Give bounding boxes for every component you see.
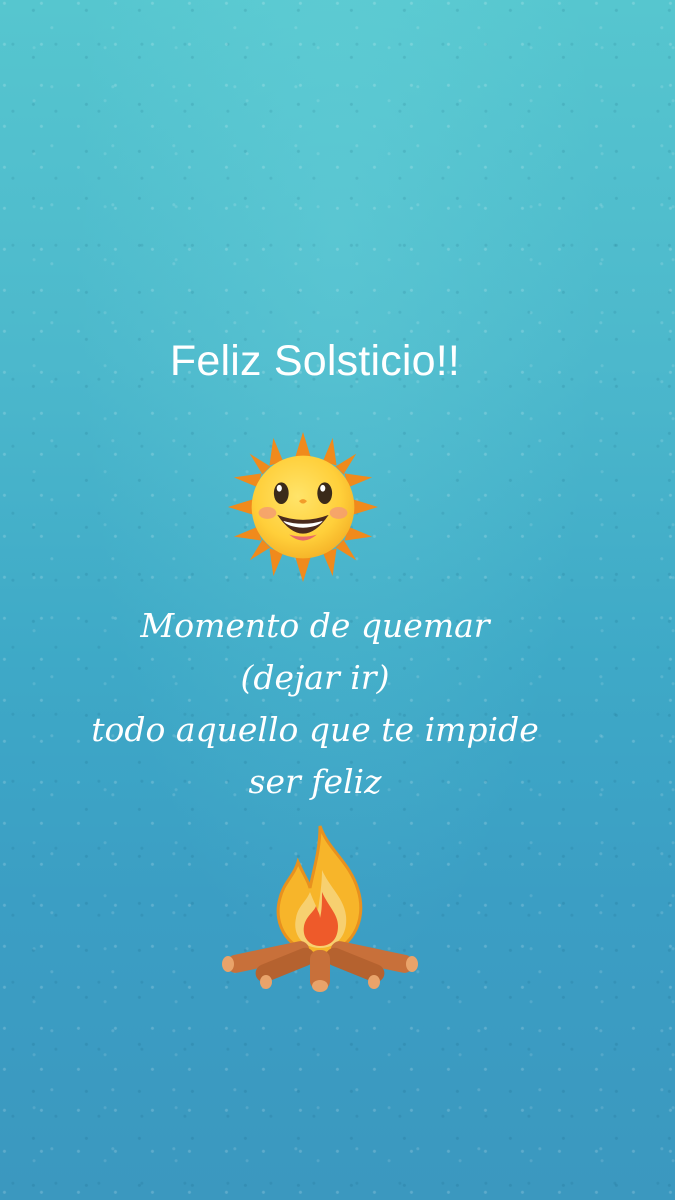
message-line-4: ser feliz [248, 762, 382, 801]
solstice-message: Momento de quemar (dejar ir) todo aquell… [0, 600, 630, 808]
message-line-2: (dejar ir) [240, 658, 390, 697]
campfire-icon [222, 825, 418, 992]
smiling-sun-icon [227, 431, 379, 583]
message-line-1: Momento de quemar [140, 606, 490, 645]
message-line-3: todo aquello que te impide [91, 710, 539, 749]
greeting-title: Feliz Solsticio!! [169, 337, 461, 385]
